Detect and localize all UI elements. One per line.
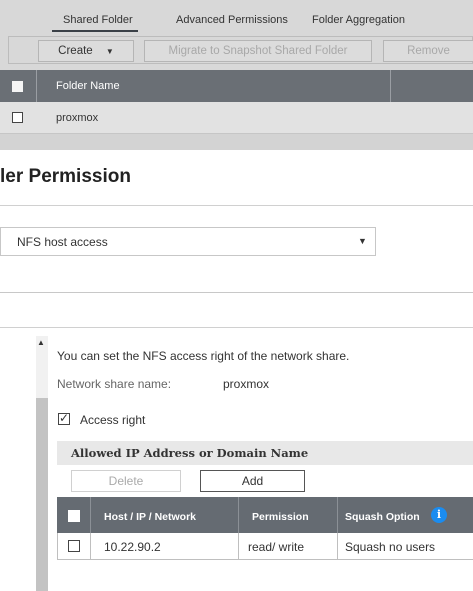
add-button[interactable]: Add: [200, 470, 305, 492]
column-divider: [90, 497, 91, 533]
host-cell[interactable]: 10.22.90.2: [104, 540, 161, 554]
divider: [0, 327, 473, 328]
chevron-down-icon[interactable]: ▼: [358, 236, 367, 246]
allowed-ip-panel-title: Allowed IP Address or Domain Name: [71, 446, 309, 460]
scroll-up-arrow-icon[interactable]: ▲: [37, 338, 45, 347]
cell-border: [337, 533, 338, 560]
column-divider: [238, 497, 239, 533]
migrate-snapshot-button[interactable]: Migrate to Snapshot Shared Folder: [144, 40, 372, 62]
divider: [0, 205, 473, 206]
share-name-value: proxmox: [223, 377, 270, 391]
tab-advanced-permissions[interactable]: Advanced Permissions: [176, 14, 288, 26]
cell-border: [90, 533, 91, 560]
column-divider: [337, 497, 338, 533]
host-row-checkbox[interactable]: [68, 540, 80, 552]
permission-type-value: NFS host access: [17, 235, 108, 249]
access-right-checkbox[interactable]: ✓: [58, 411, 70, 425]
permission-column-header: Permission: [252, 511, 309, 523]
delete-button[interactable]: Delete: [71, 470, 181, 492]
access-right-label: Access right: [80, 413, 146, 427]
host-column-header: Host / IP / Network: [104, 511, 196, 523]
nfs-info-text: You can set the NFS access right of the …: [57, 349, 350, 363]
info-icon[interactable]: i: [431, 507, 447, 523]
permission-cell[interactable]: read/ write: [248, 540, 304, 554]
cell-border: [238, 533, 239, 560]
table-footer: [0, 134, 473, 150]
create-button[interactable]: Create ▼: [38, 40, 134, 62]
select-all-checkbox[interactable]: [12, 81, 23, 92]
select-all-hosts-checkbox[interactable]: [68, 510, 80, 522]
folder-name-column-header: Folder Name: [56, 80, 120, 92]
scrollbar-thumb[interactable]: [36, 398, 48, 591]
active-tab-indicator: [52, 30, 138, 32]
tab-folder-aggregation[interactable]: Folder Aggregation: [312, 14, 405, 26]
divider: [0, 292, 473, 293]
remove-button[interactable]: Remove: [383, 40, 473, 62]
checkmark-icon: ✓: [59, 411, 70, 425]
dialog-title: ler Permission: [0, 166, 131, 187]
cell-border: [57, 533, 58, 560]
folder-name-cell[interactable]: proxmox: [56, 112, 98, 124]
row-checkbox[interactable]: [12, 112, 23, 123]
share-name-label: Network share name:: [57, 377, 172, 391]
squash-column-header: Squash Option: [345, 511, 420, 523]
squash-cell[interactable]: Squash no users: [345, 540, 435, 554]
tab-shared-folder[interactable]: Shared Folder: [63, 14, 133, 26]
create-button-label: Create: [58, 45, 93, 57]
caret-down-icon: ▼: [105, 47, 114, 56]
